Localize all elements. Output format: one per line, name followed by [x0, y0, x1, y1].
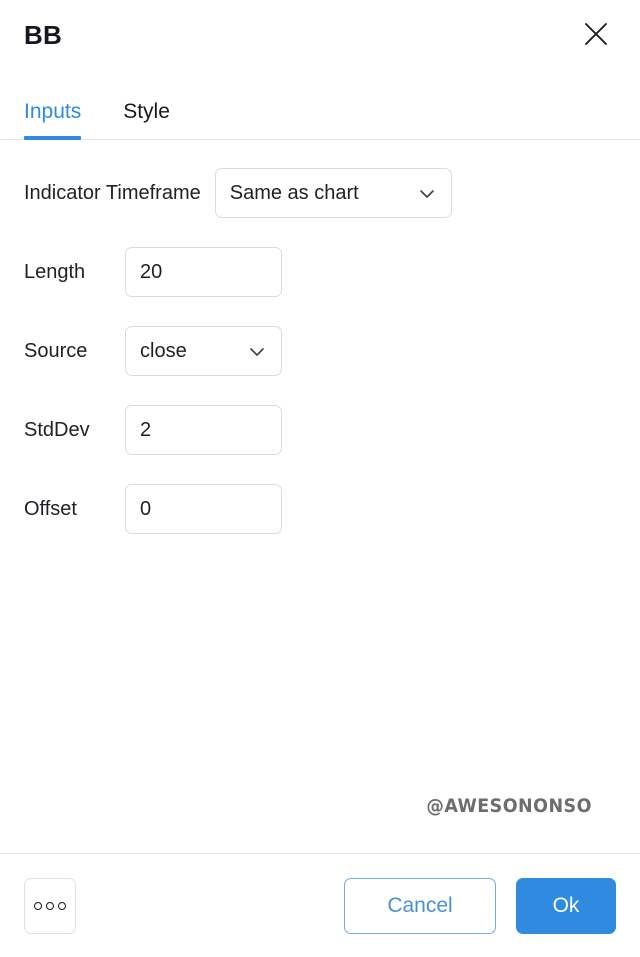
input-length-value: 20 [140, 261, 163, 283]
input-offset-value: 0 [140, 498, 152, 520]
label-offset: Offset [24, 498, 77, 520]
tab-bar: Inputs Style [0, 70, 640, 140]
cancel-button[interactable]: Cancel [344, 877, 496, 934]
indicator-settings-dialog: BB Inputs Style Indicator Timeframe Same… [0, 0, 640, 957]
close-button[interactable] [570, 8, 622, 60]
more-horizontal-icon [34, 901, 66, 910]
field-row-length: Length 20 [24, 247, 616, 297]
close-icon [581, 19, 611, 49]
chevron-down-icon [417, 183, 437, 203]
field-row-stddev: StdDev 2 [24, 405, 616, 455]
field-row-source: Source close [24, 326, 616, 376]
chevron-down-icon [247, 341, 267, 361]
label-source: Source [24, 340, 88, 362]
select-indicator-timeframe[interactable]: Same as chart [214, 168, 452, 218]
input-offset[interactable]: 0 [125, 484, 282, 534]
dialog-header: BB [0, 0, 640, 70]
dialog-footer: Cancel Ok [0, 853, 640, 957]
watermark: @AWESONONSO [426, 795, 592, 817]
input-length[interactable]: 20 [125, 247, 282, 297]
field-row-indicator-timeframe: Indicator Timeframe Same as chart [24, 168, 616, 218]
label-stddev: StdDev [24, 419, 90, 441]
field-row-offset: Offset 0 [24, 484, 616, 534]
tab-inputs[interactable]: Inputs [24, 101, 82, 140]
inputs-panel: Indicator Timeframe Same as chart Length… [0, 140, 640, 853]
select-indicator-timeframe-value: Same as chart [229, 182, 359, 204]
label-length: Length [24, 261, 86, 283]
input-stddev-value: 2 [140, 419, 152, 441]
page-title: BB [24, 20, 62, 50]
select-source-value: close [140, 340, 187, 362]
input-stddev[interactable]: 2 [125, 405, 282, 455]
tab-style[interactable]: Style [123, 101, 170, 139]
label-indicator-timeframe: Indicator Timeframe [24, 182, 201, 204]
ok-button[interactable]: Ok [516, 877, 616, 934]
more-options-button[interactable] [24, 877, 76, 934]
select-source[interactable]: close [125, 326, 282, 376]
